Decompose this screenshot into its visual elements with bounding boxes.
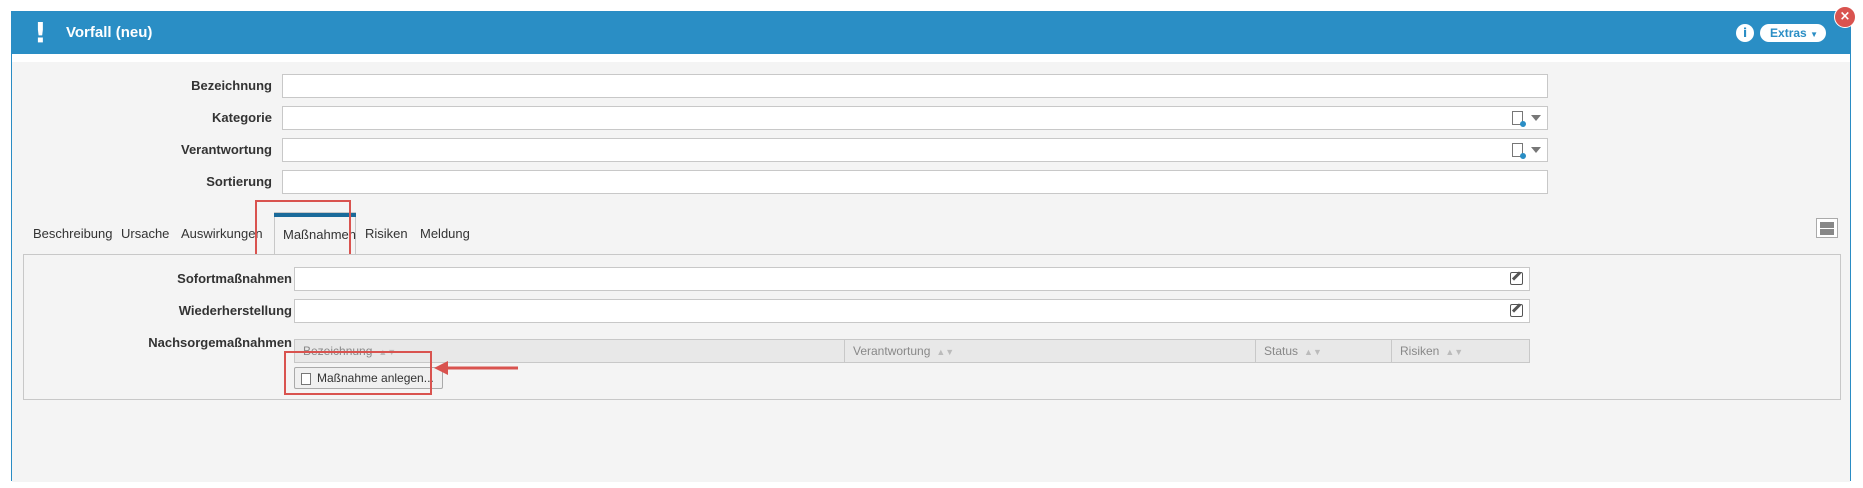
verantwortung-lookup	[1512, 143, 1541, 159]
new-document-icon[interactable]	[1512, 111, 1526, 127]
column-header-verantwortung[interactable]: Verantwortung ▲▼	[845, 340, 1256, 362]
wiederherstellung-label: Wiederherstellung	[178, 303, 292, 318]
tab-risiken[interactable]: Risiken	[365, 226, 408, 241]
sort-icon: ▲▼	[1445, 347, 1464, 357]
incident-dialog: ! Vorfall (neu) i ? Extras ▼ × Bezeichnu…	[11, 6, 1856, 482]
tab-meldung[interactable]: Meldung	[420, 226, 470, 241]
dropdown-arrow-icon[interactable]	[1531, 147, 1541, 153]
exclamation-icon: !	[34, 16, 47, 49]
new-document-icon[interactable]	[1512, 143, 1526, 159]
sortierung-input[interactable]	[282, 170, 1548, 194]
form-row-verantwortung: Verantwortung	[12, 138, 1850, 162]
form-row-sortierung: Sortierung	[12, 170, 1850, 194]
nachsorgemassnahmen-label: Nachsorgemaßnahmen	[148, 335, 292, 350]
tab-ursache[interactable]: Ursache	[121, 226, 169, 241]
extras-label: Extras	[1770, 26, 1807, 40]
column-label: Status	[1264, 344, 1299, 358]
tab-auswirkungen[interactable]: Auswirkungen	[181, 226, 263, 241]
info-icon[interactable]: i	[1736, 24, 1754, 42]
dialog-title: Vorfall (neu)	[66, 24, 153, 41]
sort-icon: ▲▼	[936, 347, 955, 357]
annotation-arrow-icon	[434, 361, 518, 375]
bezeichnung-input[interactable]	[282, 74, 1548, 98]
body-top-strip	[12, 54, 1850, 62]
column-label: Verantwortung	[853, 344, 931, 358]
edit-icon[interactable]	[1510, 304, 1523, 317]
tab-beschreibung[interactable]: Beschreibung	[33, 226, 113, 241]
kategorie-lookup	[1512, 111, 1541, 127]
bezeichnung-label: Bezeichnung	[191, 78, 272, 93]
column-header-status[interactable]: Status ▲▼	[1256, 340, 1392, 362]
form-row-bezeichnung: Bezeichnung	[12, 74, 1850, 98]
dropdown-arrow-icon[interactable]	[1531, 115, 1541, 121]
wiederherstellung-input[interactable]	[294, 299, 1530, 323]
sort-icon: ▲▼	[1304, 347, 1322, 357]
column-label: Risiken	[1400, 344, 1440, 358]
highlight-button-box	[284, 351, 432, 395]
edit-icon[interactable]	[1510, 272, 1523, 285]
sofortmassnahmen-label: Sofortmaßnahmen	[177, 271, 292, 286]
sofortmassnahmen-input[interactable]	[294, 267, 1530, 291]
kategorie-input[interactable]	[282, 106, 1548, 130]
kategorie-label: Kategorie	[212, 110, 272, 125]
massnahmen-panel: Sofortmaßnahmen Wiederherstellung Nachso…	[23, 254, 1841, 400]
extras-menu-button[interactable]: Extras ▼	[1762, 24, 1826, 42]
highlight-tab-box	[255, 200, 351, 258]
dialog-body: Bezeichnung Kategorie Verantwortung Sort…	[12, 54, 1850, 482]
verantwortung-label: Verantwortung	[180, 142, 272, 157]
dialog-titlebar: ! Vorfall (neu) i ? Extras ▼	[12, 12, 1850, 54]
form-row-kategorie: Kategorie	[12, 106, 1850, 130]
sortierung-label: Sortierung	[206, 174, 272, 189]
layout-toggle-icon[interactable]	[1816, 218, 1838, 238]
verantwortung-input[interactable]	[282, 138, 1548, 162]
close-icon[interactable]: ×	[1834, 6, 1856, 28]
column-header-risiken[interactable]: Risiken ▲▼	[1392, 340, 1529, 362]
chevron-down-icon: ▼	[1810, 30, 1818, 39]
